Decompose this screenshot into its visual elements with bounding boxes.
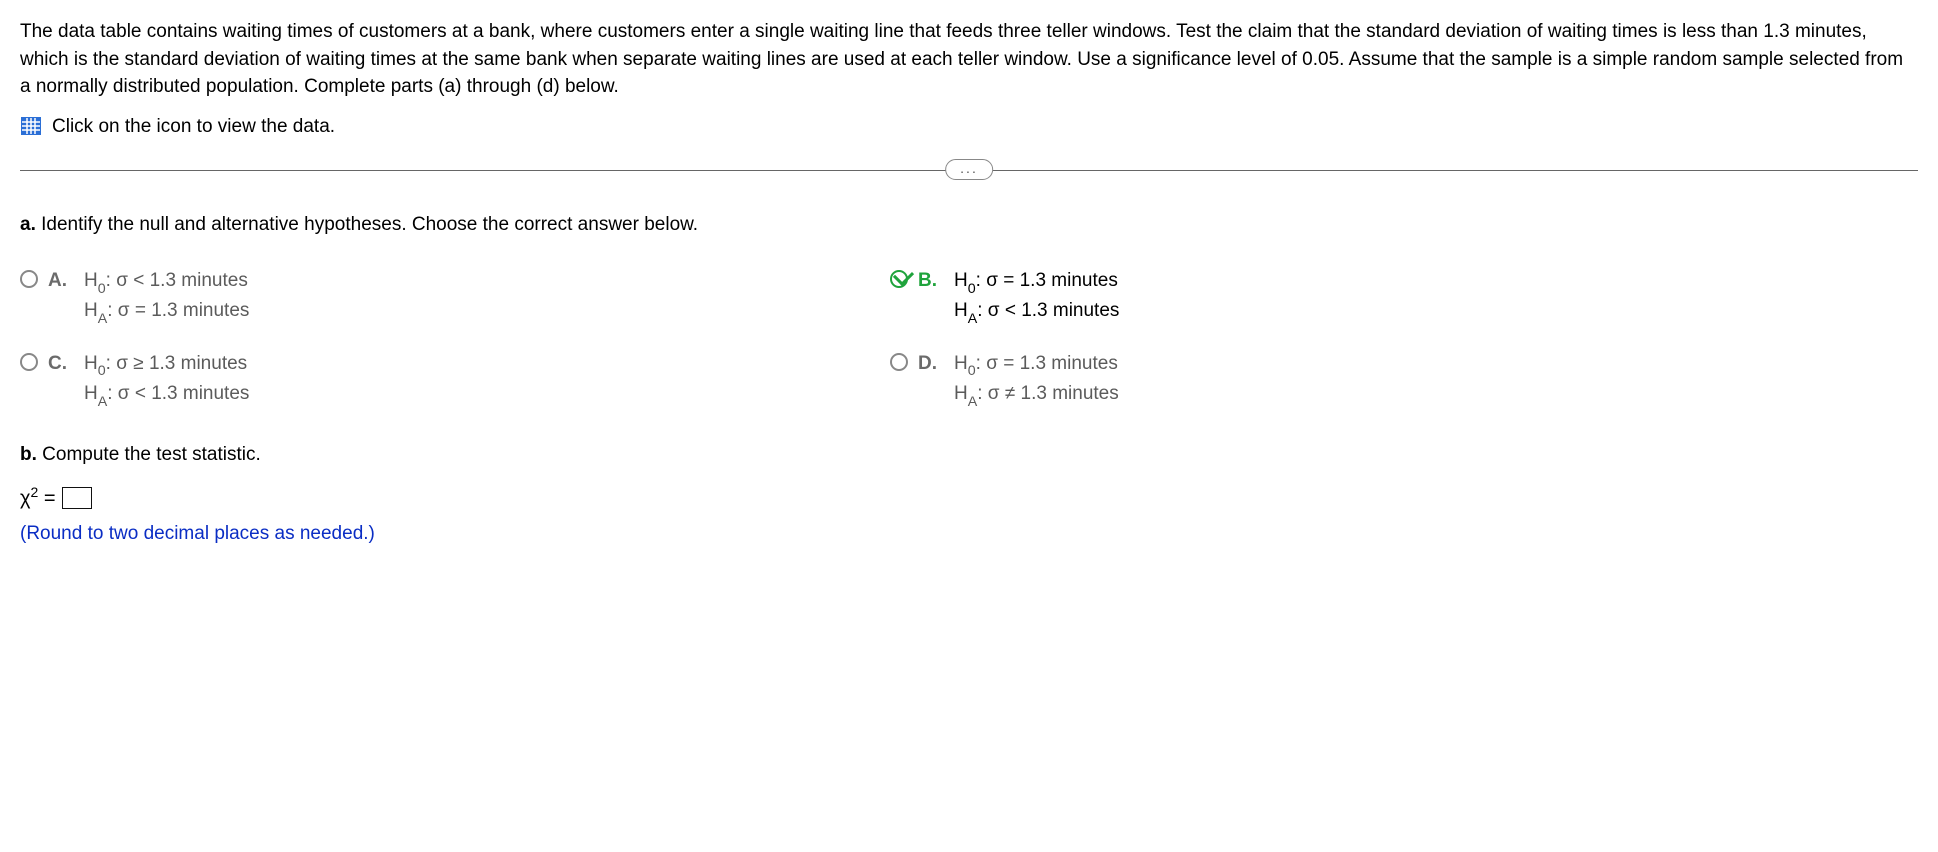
part-b-text: Compute the test statistic. (42, 444, 261, 465)
chi-square-input[interactable] (62, 487, 92, 509)
radio-c[interactable] (20, 353, 38, 371)
problem-intro: The data table contains waiting times of… (20, 18, 1918, 101)
option-a-body: H0: σ < 1.3 minutes HA: σ = 1.3 minutes (84, 267, 249, 328)
data-table-icon (20, 116, 42, 136)
part-a-text: Identify the null and alternative hypoth… (41, 214, 698, 235)
radio-a[interactable] (20, 270, 38, 288)
option-c[interactable]: C. H0: σ ≥ 1.3 minutes HA: σ < 1.3 minut… (20, 350, 850, 411)
radio-d[interactable] (890, 353, 908, 371)
more-button[interactable]: ... (945, 159, 993, 180)
option-d-letter: D. (918, 350, 938, 378)
option-c-body: H0: σ ≥ 1.3 minutes HA: σ < 1.3 minutes (84, 350, 249, 411)
part-a-letter: a. (20, 214, 36, 235)
option-d-body: H0: σ = 1.3 minutes HA: σ ≠ 1.3 minutes (954, 350, 1119, 411)
chi-square-formula: χ2 = (20, 482, 1918, 514)
rounding-note: (Round to two decimal places as needed.) (20, 520, 1918, 548)
option-d[interactable]: D. H0: σ = 1.3 minutes HA: σ ≠ 1.3 minut… (890, 350, 1720, 411)
view-data-text: Click on the icon to view the data. (52, 113, 335, 141)
option-b[interactable]: B. H0: σ = 1.3 minutes HA: σ < 1.3 minut… (890, 267, 1720, 328)
section-separator: ... (20, 170, 1918, 171)
option-b-letter: B. (918, 267, 938, 295)
radio-b[interactable] (890, 270, 908, 288)
part-a-prompt: a. Identify the null and alternative hyp… (20, 211, 1918, 239)
option-a[interactable]: A. H0: σ < 1.3 minutes HA: σ = 1.3 minut… (20, 267, 850, 328)
part-b-letter: b. (20, 444, 37, 465)
view-data-link[interactable]: Click on the icon to view the data. (20, 113, 1918, 141)
option-a-letter: A. (48, 267, 68, 295)
part-b-prompt: b. Compute the test statistic. (20, 441, 1918, 469)
option-b-body: H0: σ = 1.3 minutes HA: σ < 1.3 minutes (954, 267, 1119, 328)
option-c-letter: C. (48, 350, 68, 378)
chi-symbol: χ2 = (20, 482, 56, 514)
options-grid: A. H0: σ < 1.3 minutes HA: σ = 1.3 minut… (20, 267, 1720, 411)
